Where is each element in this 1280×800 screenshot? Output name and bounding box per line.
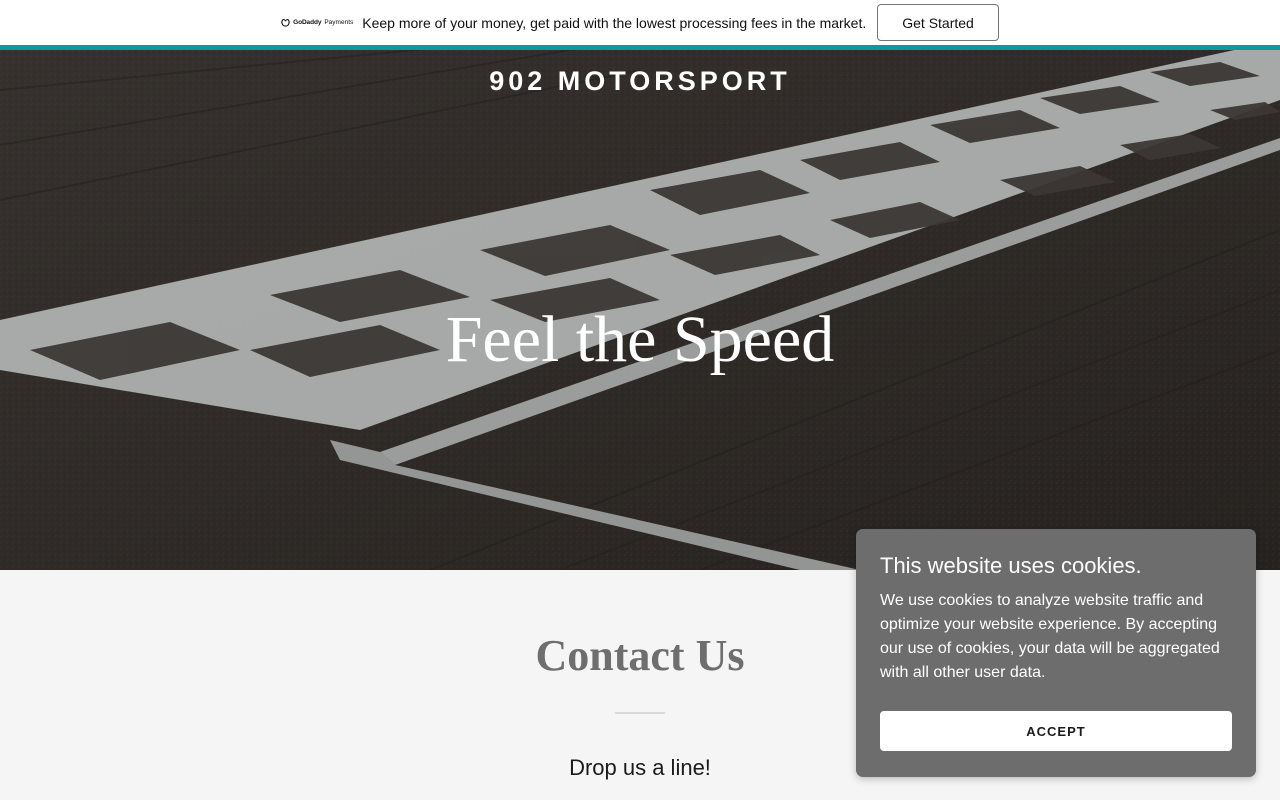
promo-message: Keep more of your money, get paid with t… <box>362 14 867 31</box>
cookie-banner-body: We use cookies to analyze website traffi… <box>880 592 1220 681</box>
promo-banner: GoDaddy Payments Keep more of your money… <box>0 0 1280 45</box>
hero-section: 902 MOTORSPORT Feel the Speed <box>0 50 1280 570</box>
cookie-banner: This website uses cookies. We use cookie… <box>856 529 1256 777</box>
section-divider <box>615 712 665 714</box>
hero-heading: Feel the Speed <box>445 303 835 376</box>
cookie-banner-title: This website uses cookies. <box>880 553 1142 578</box>
logo-brand: GoDaddy <box>293 19 322 26</box>
site-title[interactable]: 902 MOTORSPORT <box>0 66 1280 97</box>
logo-sub: Payments <box>324 19 354 26</box>
get-started-button[interactable]: Get Started <box>877 4 999 41</box>
cookie-accept-button[interactable]: ACCEPT <box>880 711 1232 751</box>
godaddy-logo-icon <box>281 19 290 27</box>
godaddy-payments-logo: GoDaddy Payments <box>281 18 353 27</box>
